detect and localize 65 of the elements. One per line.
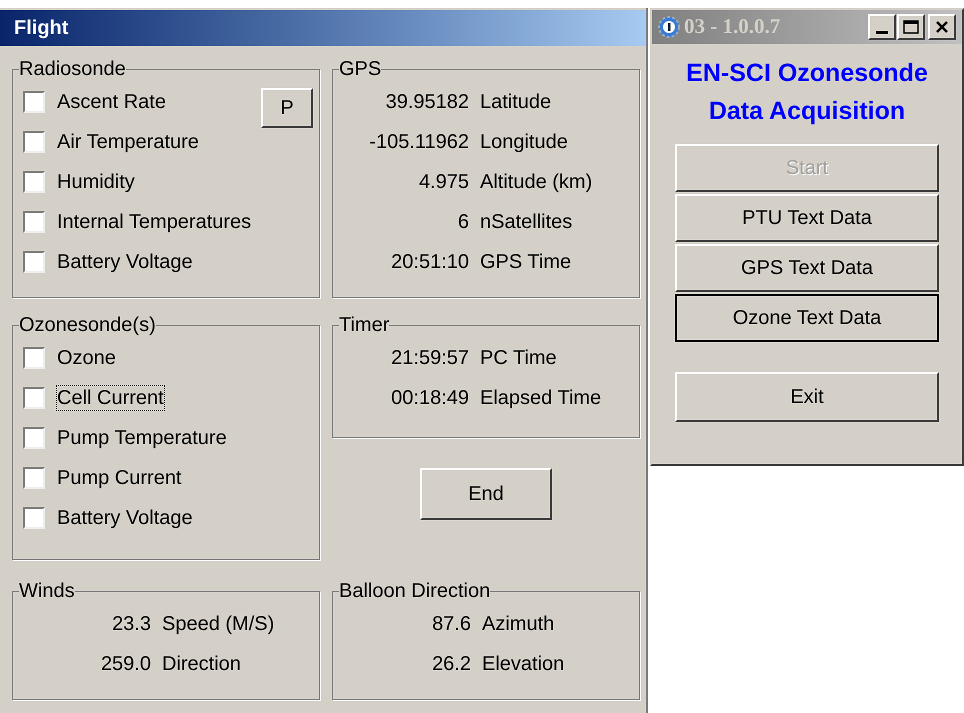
heading-text: EN-SCI Ozonesonde	[686, 58, 928, 88]
group-title: Ozonesonde(s)	[19, 314, 156, 336]
reading-label: Longitude	[480, 130, 568, 154]
minimize-button[interactable]	[868, 14, 896, 40]
group-title: GPS	[339, 58, 382, 80]
action-button[interactable]: GPS Text Data	[675, 244, 939, 292]
checkbox[interactable]	[23, 427, 45, 449]
close-button[interactable]	[928, 14, 956, 40]
checkbox-label[interactable]: Pump Temperature	[57, 426, 227, 450]
reading-value: 6	[456, 210, 469, 234]
checkbox[interactable]	[23, 467, 45, 489]
minimize-icon	[876, 31, 888, 34]
heading-text: Data Acquisition	[708, 96, 906, 126]
reading-value: 00:18:49	[390, 386, 469, 410]
end-button[interactable]: End	[420, 468, 552, 520]
checkbox-label[interactable]: Cell Current	[57, 386, 164, 410]
app-icon	[658, 16, 680, 38]
checkbox-label[interactable]: Air Temperature	[57, 130, 199, 154]
group-title: Timer	[339, 314, 390, 336]
checkbox[interactable]	[23, 91, 45, 113]
action-button[interactable]: PTU Text Data	[675, 194, 939, 242]
reading-label: nSatellites	[480, 210, 572, 234]
maximize-button[interactable]	[897, 14, 925, 40]
reading-label: Azimuth	[482, 612, 554, 636]
reading-value: 259.0	[100, 652, 151, 676]
group-title: Balloon Direction	[339, 580, 490, 602]
checkbox-label[interactable]: Battery Voltage	[57, 250, 193, 274]
reading-value: 4.975	[418, 170, 469, 194]
reading-label: Elapsed Time	[480, 386, 602, 410]
close-icon	[935, 20, 949, 34]
checkbox-label[interactable]: Humidity	[57, 170, 135, 194]
checkbox-label[interactable]: Pump Current	[57, 466, 182, 490]
reading-value: 23.3	[111, 612, 151, 636]
reading-label: Latitude	[480, 90, 552, 114]
group-title: Radiosonde	[19, 58, 126, 80]
reading-label: Altitude (km)	[480, 170, 592, 194]
window-title: 03 - 1.0.0.7	[684, 13, 780, 40]
checkbox[interactable]	[23, 507, 45, 529]
reading-label: GPS Time	[480, 250, 572, 274]
checkbox[interactable]	[23, 347, 45, 369]
checkbox[interactable]	[23, 131, 45, 153]
reading-label: Direction	[162, 652, 241, 676]
exit-button[interactable]: Exit	[675, 372, 939, 422]
checkbox-label[interactable]: Ozone	[57, 346, 116, 370]
reading-value: 20:51:10	[390, 250, 469, 274]
p-button[interactable]: P	[261, 88, 313, 128]
reading-value: 21:59:57	[390, 346, 469, 370]
reading-value: 26.2	[431, 652, 471, 676]
checkbox-label[interactable]: Ascent Rate	[57, 90, 166, 114]
action-button[interactable]: Ozone Text Data	[675, 294, 939, 342]
maximize-icon	[903, 20, 919, 34]
checkbox-label[interactable]: Battery Voltage	[57, 506, 193, 530]
checkbox[interactable]	[23, 171, 45, 193]
checkbox[interactable]	[23, 251, 45, 273]
checkbox[interactable]	[23, 387, 45, 409]
reading-value: 87.6	[431, 612, 471, 636]
group-title: Winds	[19, 580, 75, 602]
checkbox-label[interactable]: Internal Temperatures	[57, 210, 252, 234]
window-title: Flight	[0, 10, 646, 46]
reading-label: PC Time	[480, 346, 557, 370]
reading-value: 39.95182	[384, 90, 469, 114]
reading-label: Elevation	[482, 652, 564, 676]
checkbox[interactable]	[23, 211, 45, 233]
reading-label: Speed (M/S)	[162, 612, 274, 636]
reading-value: -105.11962	[368, 130, 469, 154]
